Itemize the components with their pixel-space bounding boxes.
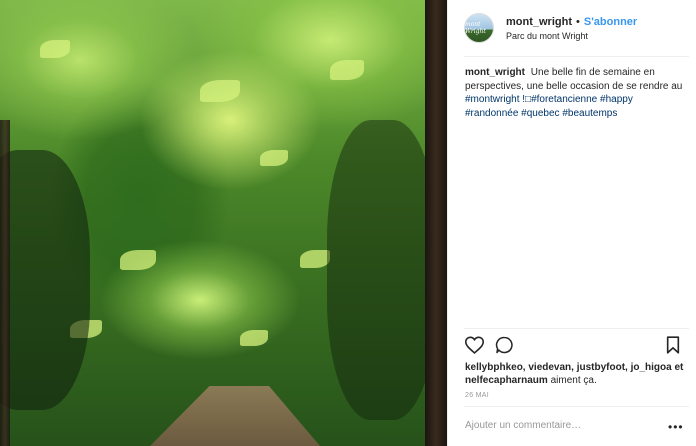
hashtag-link[interactable]: #happy [600,94,633,105]
divider [464,56,689,57]
divider [464,406,689,407]
username-link[interactable]: mont_wright [506,16,572,28]
hashtag-link[interactable]: #beautemps [562,108,617,119]
separator-dot: • [576,15,580,28]
post-details-panel: mont Wright mont_wright • S'abonner Parc… [447,0,696,446]
post-caption: mont_wright Une belle fin de semaine en … [465,66,685,120]
likes-summary: kellybphkeo, viedevan, justbyfoot, jo_hi… [465,361,687,387]
divider [464,328,689,329]
hashtag-link[interactable]: #quebec [521,108,559,119]
hashtag-link[interactable]: #montwright [465,94,519,105]
bookmark-icon[interactable] [666,336,680,354]
location-link[interactable]: Parc du mont Wright [506,31,637,41]
more-options-icon[interactable]: ••• [668,421,684,433]
post-date[interactable]: 26 MAI [465,392,489,399]
follow-button[interactable]: S'abonner [584,16,637,28]
heart-icon[interactable] [465,336,484,354]
likes-suffix: aiment ça. [550,375,597,386]
caption-username[interactable]: mont_wright [465,67,525,78]
post-photo[interactable] [0,0,447,446]
hashtag-link[interactable]: #randonnée [465,108,518,119]
hashtag-link[interactable]: !□#foretancienne [522,94,597,105]
action-bar [465,336,683,356]
avatar-text: mont Wright [465,21,486,35]
post-header: mont Wright mont_wright • S'abonner Parc… [464,10,689,46]
avatar[interactable]: mont Wright [464,13,494,43]
comment-icon[interactable] [495,336,514,354]
comment-input[interactable]: Ajouter un commentaire… [465,420,655,431]
